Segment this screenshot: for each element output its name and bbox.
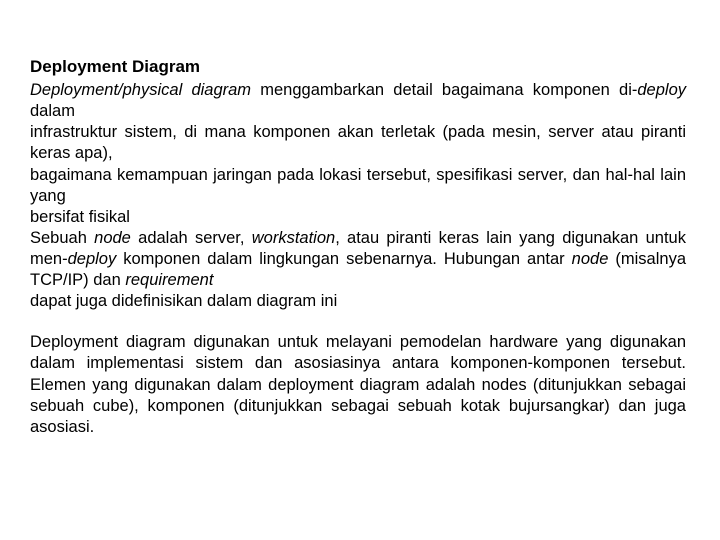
term-node-2: node — [572, 250, 609, 268]
text: komponen dalam lingkungan sebenarnya. Hu… — [123, 250, 571, 268]
term-node: node — [94, 229, 131, 247]
paragraph-1: Deployment/physical diagram menggambarka… — [30, 80, 686, 312]
term-deploy: deploy — [637, 81, 686, 99]
section-title: Deployment Diagram — [30, 56, 686, 78]
term-deploy-2: deploy — [68, 250, 117, 268]
text: dalam — [30, 102, 75, 120]
text: bersifat fisikal — [30, 207, 686, 228]
document-page: Deployment Diagram Deployment/physical d… — [0, 0, 720, 438]
text: dapat juga didefinisikan dalam diagram i… — [30, 291, 686, 312]
term-requirement: requirement — [125, 271, 213, 289]
text: adalah server, — [131, 229, 252, 247]
paragraph-2: Deployment diagram digunakan untuk melay… — [30, 332, 686, 438]
text: bagaimana kemampuan jaringan pada lokasi… — [30, 165, 686, 207]
term-workstation: workstation — [252, 229, 335, 247]
text: infrastruktur sistem, di mana komponen a… — [30, 122, 686, 164]
term-deployment-physical-diagram: Deployment/physical diagram — [30, 81, 251, 99]
text: menggambarkan detail bagaimana komponen … — [251, 81, 637, 99]
text: Sebuah — [30, 229, 94, 247]
